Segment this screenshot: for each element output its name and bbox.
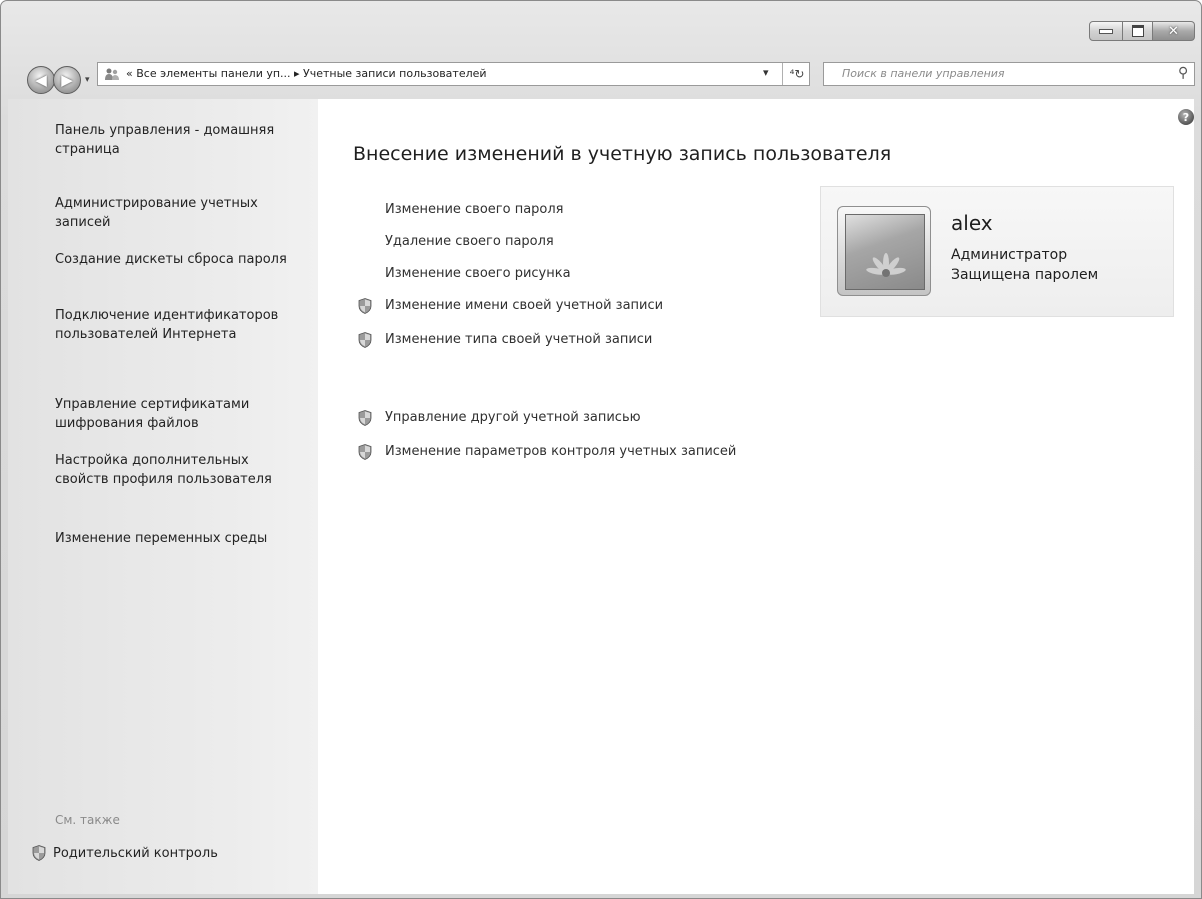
address-path: « Все элементы панели уп... ▸ Учетные за… [126,67,487,80]
sidebar-link-profile-properties[interactable]: Настройка дополнительных свойств профиля… [55,451,295,489]
navigation-bar: ◀ ▶ ▾ « Все элементы панели уп... ▸ Учет… [1,49,1201,99]
forward-arrow-icon: ▶ [61,71,73,89]
recent-pages-dropdown[interactable]: ▾ [85,75,90,85]
user-name: alex [951,211,993,235]
maximize-button[interactable] [1123,21,1153,41]
sidebar-link-account-admin[interactable]: Администрирование учетных записей [55,194,295,232]
sidebar-link-reset-disk[interactable]: Создание дискеты сброса пароля [55,250,295,269]
address-bar[interactable]: « Все элементы панели уп... ▸ Учетные за… [97,62,810,86]
task-manage-other-account[interactable]: Управление другой учетной записью [385,410,641,425]
flower-image-icon [866,253,906,277]
task-remove-password[interactable]: Удаление своего пароля [385,234,554,249]
uac-shield-icon [358,444,372,460]
task-uac-settings[interactable]: Изменение параметров контроля учетных за… [385,444,736,459]
sidebar-link-home[interactable]: Панель управления - домашняя страница [55,121,295,159]
parental-control-label: Родительский контроль [53,845,218,861]
user-password-status: Защищена паролем [951,267,1099,283]
forward-button[interactable]: ▶ [53,66,81,94]
uac-shield-icon [358,298,372,314]
sidebar-link-online-ids[interactable]: Подключение идентификаторов пользователе… [55,306,295,344]
task-change-password[interactable]: Изменение своего пароля [385,202,564,217]
caption-buttons: ✕ [1089,21,1195,41]
refresh-icon: ⁴↻ [789,67,805,81]
help-icon: ? [1182,110,1190,124]
avatar[interactable] [837,206,931,296]
sidebar-link-environment-variables[interactable]: Изменение переменных среды [55,529,295,548]
minimize-icon [1099,28,1113,34]
see-also-heading: См. также [55,813,120,827]
control-panel-window: ✕ ◀ ▶ ▾ « Все элементы панели уп... ▸ Уч… [0,0,1202,899]
back-button[interactable]: ◀ [27,66,55,94]
minimize-button[interactable] [1089,21,1123,41]
refresh-button[interactable]: ⁴↻ [782,63,811,85]
parental-control-link[interactable]: Родительский контроль [32,845,218,861]
close-icon: ✕ [1168,23,1179,39]
task-change-account-name[interactable]: Изменение имени своей учетной записи [385,298,663,313]
task-change-account-type[interactable]: Изменение типа своей учетной записи [385,332,652,347]
main-content: ? Внесение изменений в учетную запись по… [318,99,1194,894]
search-icon[interactable]: ⚲ [1178,65,1188,81]
back-arrow-icon: ◀ [35,71,47,89]
users-icon [105,68,119,80]
sidebar-link-encryption-certs[interactable]: Управление сертификатами шифрования файл… [55,395,295,433]
close-button[interactable]: ✕ [1153,21,1195,41]
uac-shield-icon [358,410,372,426]
search-input[interactable]: Поиск в панели управления ⚲ [823,62,1195,86]
help-button[interactable]: ? [1178,109,1194,125]
user-account-card: alex Администратор Защищена паролем [820,186,1174,317]
page-title: Внесение изменений в учетную запись поль… [353,143,892,165]
address-dropdown-icon[interactable]: ▾ [763,66,769,79]
maximize-icon [1131,25,1144,37]
uac-shield-icon [32,845,46,861]
uac-shield-icon [358,332,372,348]
title-bar: ✕ [1,1,1201,49]
user-role: Администратор [951,247,1068,263]
avatar-flower-picture [845,214,925,290]
tasks-sidebar: Панель управления - домашняя страница Ад… [8,99,318,894]
task-change-picture[interactable]: Изменение своего рисунка [385,266,571,281]
search-placeholder: Поиск в панели управления [842,67,1005,80]
